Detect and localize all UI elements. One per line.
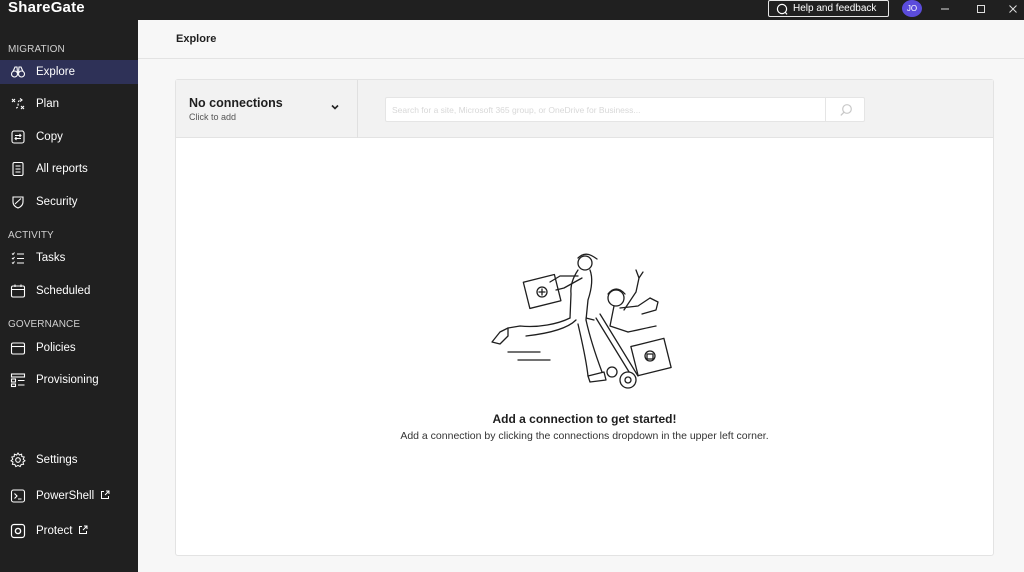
plan-icon	[10, 96, 26, 112]
connection-toolbar: No connections Click to add	[176, 80, 993, 138]
binoculars-icon	[10, 64, 26, 80]
user-avatar[interactable]: JO	[902, 0, 922, 17]
sidebar-item-label: Explore	[36, 66, 75, 78]
sidebar-item-label: Copy	[36, 131, 63, 143]
close-icon	[1009, 4, 1017, 13]
reports-icon	[10, 161, 26, 177]
empty-state-description: Add a connection by clicking the connect…	[400, 430, 769, 442]
header-divider	[138, 58, 1024, 59]
section-label-governance: GOVERNANCE	[8, 319, 81, 330]
minimize-button[interactable]	[930, 0, 960, 17]
chevron-down-icon	[331, 104, 339, 110]
search-button[interactable]	[825, 98, 865, 121]
sidebar-item-label: Scheduled	[36, 285, 91, 297]
connections-dropdown[interactable]: No connections Click to add	[176, 80, 358, 138]
empty-state-illustration	[491, 253, 672, 389]
sidebar-item-all-reports[interactable]: All reports	[0, 157, 138, 181]
sidebar-item-label: Tasks	[36, 252, 66, 264]
search-input[interactable]	[386, 98, 826, 121]
sidebar-item-protect[interactable]: Protect	[0, 519, 138, 543]
close-button[interactable]	[998, 0, 1024, 17]
search-icon	[839, 103, 852, 116]
title-bar: ShareGate Help and feedback JO	[0, 0, 1024, 20]
explore-card: No connections Click to add Search for a…	[175, 79, 994, 556]
protect-icon	[10, 523, 26, 539]
provisioning-icon	[10, 372, 26, 388]
calendar-icon	[10, 283, 26, 299]
sidebar-item-label: Security	[36, 196, 78, 208]
maximize-button[interactable]	[966, 0, 996, 17]
help-icon	[776, 3, 788, 15]
copy-icon	[10, 129, 26, 145]
sidebar-item-powershell[interactable]: PowerShell	[0, 484, 138, 508]
app-logo: ShareGate	[8, 0, 85, 16]
sidebar-item-label: Provisioning	[36, 374, 99, 386]
sidebar: MIGRATION Explore Plan Copy All reports …	[0, 20, 138, 572]
sidebar-item-label: Policies	[36, 342, 76, 354]
external-link-icon	[78, 525, 88, 538]
section-label-migration: MIGRATION	[8, 44, 65, 55]
sidebar-item-scheduled[interactable]: Scheduled	[0, 279, 138, 303]
external-link-icon	[100, 490, 110, 503]
sidebar-item-settings[interactable]: Settings	[0, 448, 138, 472]
sidebar-item-tasks[interactable]: Tasks	[0, 246, 138, 270]
sidebar-item-provisioning[interactable]: Provisioning	[0, 368, 138, 392]
sidebar-item-label: Settings	[36, 454, 78, 466]
search-box	[385, 97, 865, 122]
section-label-activity: ACTIVITY	[8, 230, 54, 241]
shield-icon	[10, 194, 26, 210]
sidebar-item-label: Protect	[36, 525, 73, 537]
help-feedback-button[interactable]: Help and feedback	[768, 0, 889, 17]
minimize-icon	[941, 8, 949, 9]
page-title: Explore	[176, 33, 217, 45]
sidebar-item-security[interactable]: Security	[0, 190, 138, 214]
sidebar-item-policies[interactable]: Policies	[0, 336, 138, 360]
policies-icon	[10, 340, 26, 356]
terminal-icon	[10, 488, 26, 504]
sidebar-item-explore[interactable]: Explore	[0, 60, 138, 84]
empty-state-title: Add a connection to get started!	[492, 412, 677, 426]
connections-title: No connections	[189, 96, 283, 110]
gear-icon	[10, 452, 26, 468]
help-feedback-label: Help and feedback	[793, 3, 877, 14]
sidebar-item-label: All reports	[36, 163, 88, 175]
tasks-icon	[10, 250, 26, 266]
maximize-icon	[977, 4, 985, 13]
sidebar-item-label: PowerShell	[36, 490, 95, 502]
sidebar-item-copy[interactable]: Copy	[0, 125, 138, 149]
connections-subtitle: Click to add	[189, 112, 237, 122]
sidebar-item-label: Plan	[36, 98, 60, 110]
sidebar-item-plan[interactable]: Plan	[0, 92, 138, 116]
